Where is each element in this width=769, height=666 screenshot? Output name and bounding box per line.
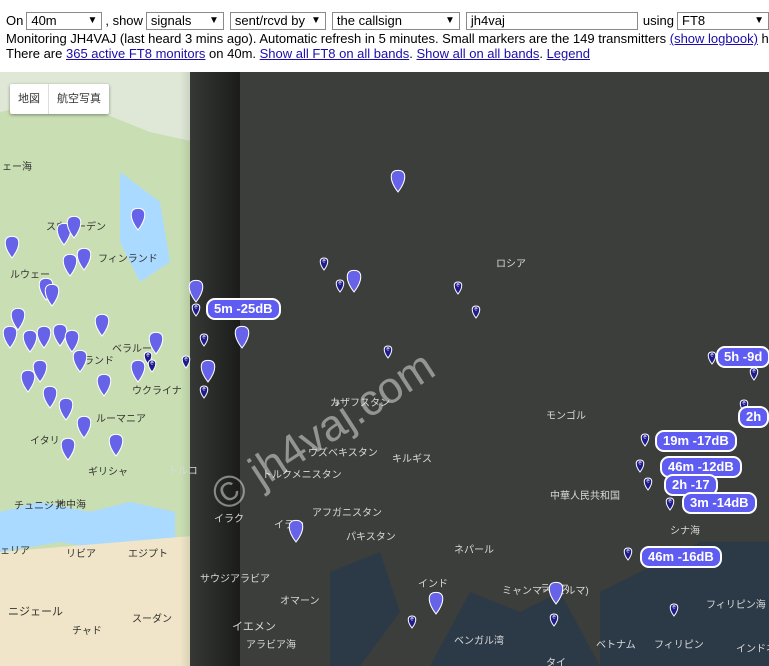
transmitter-marker[interactable]: e: [181, 355, 191, 369]
map-type-control: 地図 航空写真: [10, 84, 109, 114]
show-label: , show: [105, 13, 143, 28]
station-marker[interactable]: [346, 269, 362, 293]
transmitter-marker[interactable]: e: [383, 345, 393, 359]
show-logbook-link[interactable]: (show logbook): [670, 31, 758, 46]
transmitter-marker[interactable]: e: [707, 351, 717, 365]
using-label: using: [642, 13, 674, 28]
station-marker[interactable]: [108, 433, 124, 457]
signal-report-tag[interactable]: 5m -25dB: [206, 298, 281, 320]
station-marker[interactable]: [188, 279, 204, 303]
status-line: Monitoring JH4VAJ (last heard 3 mins ago…: [6, 31, 769, 47]
on-label: On: [6, 13, 24, 28]
station-marker[interactable]: [76, 247, 92, 271]
transmitter-marker[interactable]: e: [643, 477, 653, 491]
station-marker[interactable]: [130, 359, 146, 383]
show-select[interactable]: signals ▼: [145, 12, 224, 30]
chevron-down-icon: ▼: [87, 15, 98, 26]
query-row: On 40m ▼ , show signals ▼ sent/rcvd by ▼ th…: [6, 10, 769, 32]
station-marker[interactable]: [428, 591, 444, 615]
station-marker[interactable]: [36, 325, 52, 349]
transmitter-marker[interactable]: e: [199, 333, 209, 347]
monitors-prefix: There are: [6, 46, 66, 61]
transmitter-marker[interactable]: e: [640, 433, 650, 447]
show-all-ft8-link[interactable]: Show all FT8 on all bands: [260, 46, 410, 61]
station-marker[interactable]: [22, 329, 38, 353]
transmitter-marker[interactable]: e: [407, 615, 417, 629]
chevron-down-icon: ▼: [754, 15, 764, 26]
station-marker[interactable]: [58, 397, 74, 421]
chevron-down-icon: ▼: [209, 15, 219, 26]
station-marker[interactable]: [44, 283, 60, 307]
transmitter-marker[interactable]: e: [665, 497, 675, 511]
map-type-satellite-button[interactable]: 航空写真: [48, 84, 109, 114]
station-marker[interactable]: [62, 253, 78, 277]
station-marker[interactable]: [130, 207, 146, 231]
active-monitors-link[interactable]: 365 active FT8 monitors: [66, 46, 205, 61]
station-marker[interactable]: [94, 313, 110, 337]
signal-report-tag[interactable]: 46m -16dB: [640, 546, 722, 568]
control-bar: On 40m ▼ , show signals ▼ sent/rcvd by ▼ th…: [0, 0, 769, 72]
station-marker[interactable]: [390, 169, 406, 193]
signal-report-tag[interactable]: 19m -17dB: [655, 430, 737, 452]
mode-select[interactable]: FT8 ▼: [677, 12, 769, 30]
station-marker[interactable]: [288, 519, 304, 543]
station-marker[interactable]: [60, 437, 76, 461]
signal-report-tag[interactable]: 3m -14dB: [682, 492, 757, 514]
direction-select[interactable]: sent/rcvd by ▼: [229, 12, 326, 30]
band-select[interactable]: 40m ▼: [26, 12, 103, 30]
station-marker[interactable]: [42, 385, 58, 409]
transmitter-marker[interactable]: e: [191, 303, 201, 317]
monitors-line: There are 365 active FT8 monitors on 40m…: [6, 46, 590, 62]
legend-link[interactable]: Legend: [547, 46, 590, 61]
transmitter-marker[interactable]: e: [471, 305, 481, 319]
transmitter-marker[interactable]: e: [453, 281, 463, 295]
show-all-bands-link[interactable]: Show all on all bands: [416, 46, 539, 61]
status-tail: hea: [761, 31, 769, 46]
station-marker[interactable]: [148, 331, 164, 355]
station-marker[interactable]: [52, 323, 68, 347]
callsign-input[interactable]: jh4vaj: [465, 12, 638, 30]
map-canvas[interactable]: ェー海スウェーデンフィンランドルウェーベラルーシランドウクライナルーマニアイタリ…: [0, 72, 769, 666]
station-marker[interactable]: [4, 235, 20, 259]
transmitter-marker[interactable]: e: [669, 603, 679, 617]
signal-report-tag[interactable]: 5h -9d: [716, 346, 769, 368]
transmitter-marker[interactable]: e: [199, 385, 209, 399]
transmitter-marker[interactable]: e: [319, 257, 329, 271]
separator: .: [539, 46, 547, 61]
transmitter-marker[interactable]: e: [549, 613, 559, 627]
station-marker[interactable]: [72, 349, 88, 373]
station-marker[interactable]: [548, 581, 564, 605]
chevron-down-icon: ▼: [311, 15, 321, 26]
station-marker[interactable]: [2, 325, 18, 349]
status-text: Monitoring JH4VAJ (last heard 3 mins ago…: [6, 31, 670, 46]
transmitter-marker[interactable]: e: [749, 367, 759, 381]
transmitter-marker[interactable]: e: [147, 359, 157, 373]
transmitter-marker[interactable]: e: [335, 279, 345, 293]
transmitter-marker[interactable]: e: [635, 459, 645, 473]
station-marker[interactable]: [64, 329, 80, 353]
station-marker[interactable]: [200, 359, 216, 383]
station-marker[interactable]: [234, 325, 250, 349]
signal-report-tag[interactable]: 2h: [738, 406, 769, 428]
station-marker[interactable]: [32, 359, 48, 383]
monitors-mid: on 40m.: [205, 46, 260, 61]
station-marker[interactable]: [96, 373, 112, 397]
filter-select[interactable]: the callsign ▼: [331, 12, 460, 30]
transmitter-marker[interactable]: e: [623, 547, 633, 561]
map-type-map-button[interactable]: 地図: [10, 84, 48, 114]
station-marker[interactable]: [76, 415, 92, 439]
station-marker[interactable]: [20, 369, 36, 393]
chevron-down-icon: ▼: [445, 15, 455, 26]
